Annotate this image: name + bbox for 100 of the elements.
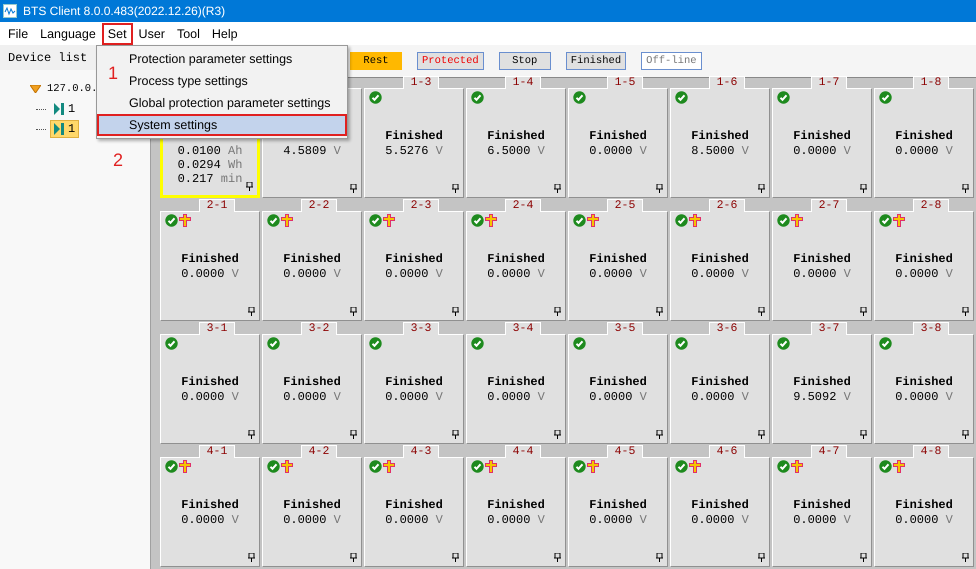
menu-option[interactable]: System settings	[97, 114, 347, 136]
channel-card[interactable]: Finished 0.0000 V	[874, 88, 974, 198]
tree-item[interactable]: 1	[50, 100, 80, 118]
channel-card[interactable]: Finished 0.0000 V	[160, 334, 260, 444]
expand-icon[interactable]	[30, 84, 41, 92]
channel-card[interactable]: Finished 0.0000 V	[160, 211, 260, 321]
status-text: Finished	[385, 129, 443, 144]
status-text: Finished	[487, 252, 545, 267]
channel-card[interactable]: Finished 0.0000 V	[160, 457, 260, 567]
channel-label: 2-4	[505, 199, 541, 212]
menu-item[interactable]: File	[2, 22, 34, 44]
pin-icon[interactable]	[452, 307, 459, 316]
pin-icon[interactable]	[758, 307, 765, 316]
reading-text: 0.0000 V	[487, 390, 545, 404]
pin-icon[interactable]	[246, 182, 253, 191]
protection-icon	[485, 214, 497, 227]
check-icon	[471, 214, 484, 227]
channel-card[interactable]: Finished 0.0000 V	[466, 211, 566, 321]
pin-icon[interactable]	[350, 430, 357, 439]
channel-label: 1-4	[505, 76, 541, 89]
menu-item[interactable]: Language	[34, 22, 102, 44]
reading-text: 0.0000 V	[589, 390, 647, 404]
device-icon	[54, 123, 64, 135]
channel-card[interactable]: Finished 0.0000 V	[364, 211, 464, 321]
pin-icon[interactable]	[452, 430, 459, 439]
pin-icon[interactable]	[656, 553, 663, 562]
pin-icon[interactable]	[554, 184, 561, 193]
pin-icon[interactable]	[860, 553, 867, 562]
tree-node[interactable]: 127.0.0.	[47, 82, 98, 94]
pin-icon[interactable]	[962, 307, 969, 316]
pin-icon[interactable]	[452, 553, 459, 562]
menu-item[interactable]: User	[132, 22, 171, 44]
menu-item[interactable]: Set	[102, 22, 133, 44]
channel-card[interactable]: Finished 5.5276 V	[364, 88, 464, 198]
pin-icon[interactable]	[350, 184, 357, 193]
pin-icon[interactable]	[758, 553, 765, 562]
channel-label: 4-6	[709, 445, 745, 458]
channel-card[interactable]: Finished 0.0000 V	[874, 457, 974, 567]
channel-card[interactable]: Finished 0.0000 V	[466, 334, 566, 444]
check-icon	[675, 337, 688, 350]
check-icon	[471, 337, 484, 350]
pin-icon[interactable]	[962, 184, 969, 193]
channel-card[interactable]: Finished 0.0000 V	[568, 334, 668, 444]
check-icon	[165, 214, 178, 227]
channel-card[interactable]: Finished 0.0000 V	[670, 334, 770, 444]
pin-icon[interactable]	[350, 553, 357, 562]
status-text: Finished	[793, 252, 851, 267]
pin-icon[interactable]	[860, 430, 867, 439]
channel-card[interactable]: Finished 0.0000 V	[262, 457, 362, 567]
pin-icon[interactable]	[554, 553, 561, 562]
pin-icon[interactable]	[554, 307, 561, 316]
protection-icon	[281, 460, 293, 473]
protection-icon	[485, 460, 497, 473]
pin-icon[interactable]	[350, 307, 357, 316]
channel-card[interactable]: Finished 0.0000 V	[364, 457, 464, 567]
pin-icon[interactable]	[860, 184, 867, 193]
check-icon	[369, 214, 382, 227]
pin-icon[interactable]	[656, 430, 663, 439]
tree-item[interactable]: 1	[50, 120, 80, 138]
channel-card[interactable]: Finished 0.0000 V	[568, 211, 668, 321]
channel-card[interactable]: Finished 0.0000 V	[568, 457, 668, 567]
pin-icon[interactable]	[248, 307, 255, 316]
reading-text: 0.0000 V	[691, 390, 749, 404]
channel-card[interactable]: Finished 8.5000 V	[670, 88, 770, 198]
channel-card[interactable]: Finished 0.0000 V	[772, 457, 872, 567]
check-icon	[879, 214, 892, 227]
channel-card[interactable]: Finished 9.5092 V	[772, 334, 872, 444]
pin-icon[interactable]	[452, 184, 459, 193]
check-icon	[573, 337, 586, 350]
pin-icon[interactable]	[656, 307, 663, 316]
pin-icon[interactable]	[860, 307, 867, 316]
channel-card[interactable]: Finished 0.0000 V	[874, 334, 974, 444]
channel-card[interactable]: Finished 0.0000 V	[670, 457, 770, 567]
pin-icon[interactable]	[554, 430, 561, 439]
reading-text: 0.0000 V	[793, 513, 851, 527]
menu-item[interactable]: Tool	[170, 22, 206, 44]
channel-card[interactable]: Finished 0.0000 V	[772, 211, 872, 321]
status-text: Finished	[283, 498, 341, 513]
pin-icon[interactable]	[962, 430, 969, 439]
pin-icon[interactable]	[248, 553, 255, 562]
check-icon	[471, 91, 484, 104]
channel-card[interactable]: Finished 0.0000 V	[772, 88, 872, 198]
menu-item[interactable]: Help	[206, 22, 244, 44]
channel-card[interactable]: Finished 0.0000 V	[670, 211, 770, 321]
pin-icon[interactable]	[758, 430, 765, 439]
status-text: Finished	[487, 375, 545, 390]
channel-card[interactable]: Finished 0.0000 V	[568, 88, 668, 198]
pin-icon[interactable]	[962, 553, 969, 562]
reading-text: 0.0000 V	[181, 267, 239, 281]
pin-icon[interactable]	[656, 184, 663, 193]
channel-card[interactable]: Finished 0.0000 V	[364, 334, 464, 444]
channel-card[interactable]: Finished 6.5000 V	[466, 88, 566, 198]
channel-card[interactable]: Finished 0.0000 V	[262, 211, 362, 321]
pin-icon[interactable]	[248, 430, 255, 439]
pin-icon[interactable]	[758, 184, 765, 193]
channel-card[interactable]: Finished 0.0000 V	[874, 211, 974, 321]
channel-card[interactable]: Finished 0.0000 V	[262, 334, 362, 444]
channel-card[interactable]: Finished 0.0000 V	[466, 457, 566, 567]
check-icon	[675, 91, 688, 104]
reading-text: 0.0000 V	[385, 513, 443, 527]
